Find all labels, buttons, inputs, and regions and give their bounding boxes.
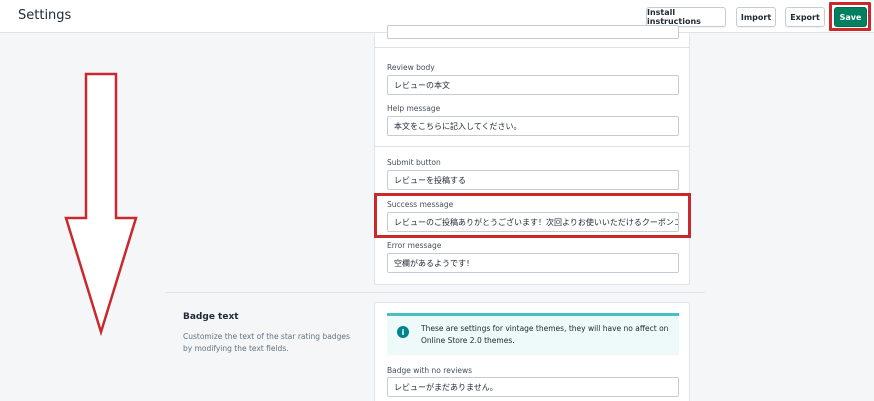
success-message-highlight (374, 193, 691, 238)
badge-text-description: Customize the text of the star rating ba… (183, 332, 350, 353)
previous-field-input[interactable] (387, 25, 679, 39)
install-instructions-button[interactable]: Install instructions (646, 7, 726, 27)
down-arrow-annotation (64, 72, 138, 336)
page-title: Settings (18, 8, 72, 23)
export-button[interactable]: Export (785, 7, 825, 27)
submit-button-label: Submit button (387, 158, 441, 167)
import-button[interactable]: Import (736, 7, 776, 27)
badge-no-reviews-input[interactable]: レビューがまだありません。 (387, 377, 679, 397)
banner-text: These are settings for vintage themes, t… (421, 324, 669, 345)
section-divider (165, 292, 705, 293)
card-divider (375, 146, 689, 147)
help-message-label: Help message (387, 104, 441, 113)
save-button-highlight (829, 2, 871, 31)
review-body-input[interactable]: レビューの本文 (387, 75, 679, 95)
badge-text-title: Badge text (183, 312, 239, 322)
info-icon: i (397, 326, 409, 338)
error-message-input[interactable]: 空欄があるようです！ (387, 253, 679, 273)
vintage-theme-banner: i These are settings for vintage themes,… (387, 313, 679, 355)
review-body-label: Review body (387, 63, 435, 72)
submit-button-input[interactable]: レビューを投稿する (387, 170, 679, 190)
badge-text-card: i These are settings for vintage themes,… (374, 302, 690, 401)
help-message-input[interactable]: 本文をこちらに記入してください。 (387, 116, 679, 136)
messages-card: Review body レビューの本文 Help message 本文をこちらに… (374, 25, 690, 285)
card-divider (375, 47, 689, 48)
badge-no-reviews-label: Badge with no reviews (387, 366, 472, 375)
error-message-label: Error message (387, 241, 442, 250)
